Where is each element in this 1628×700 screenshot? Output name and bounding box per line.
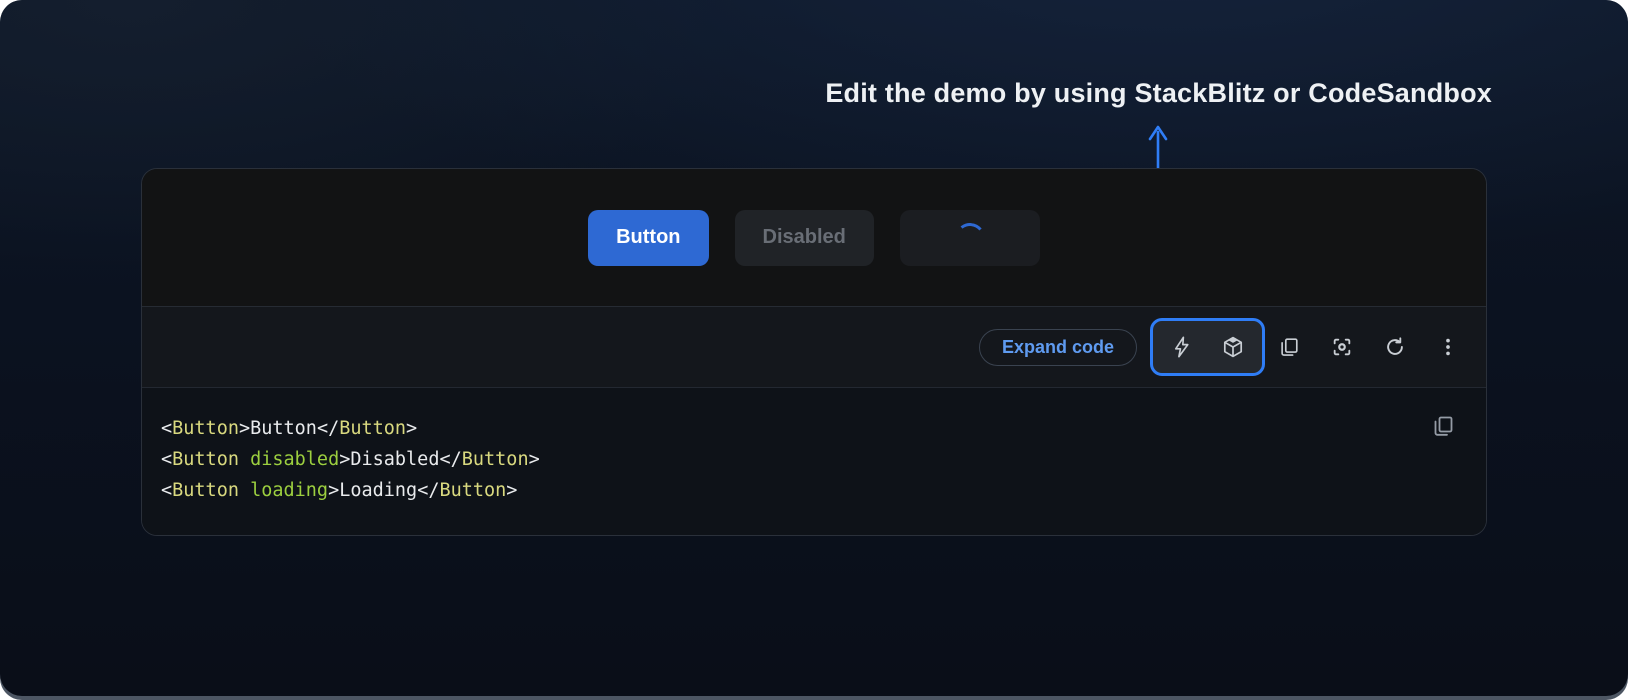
thunderbolt-icon (1171, 336, 1193, 358)
refresh-icon (1384, 336, 1406, 358)
codesandbox-cube-icon (1221, 335, 1245, 359)
code-line: <Button disabled>Disabled</Button> (161, 444, 1456, 475)
copy-icon (1278, 336, 1300, 358)
loading-spinner-icon (953, 221, 986, 254)
viewfinder-icon (1331, 336, 1353, 358)
standalone-button[interactable] (1330, 335, 1354, 359)
code-block: <Button>Button</Button><Button disabled>… (142, 388, 1486, 535)
copy-code-button[interactable] (1277, 335, 1301, 359)
refresh-button[interactable] (1383, 335, 1407, 359)
edit-online-group (1150, 318, 1265, 376)
demo-card: Button Disabled Expand code (141, 168, 1487, 536)
code-line: <Button>Button</Button> (161, 413, 1456, 444)
copy-icon (1431, 414, 1455, 438)
annotation-text: Edit the demo by using StackBlitz or Cod… (825, 78, 1492, 109)
expand-code-button[interactable]: Expand code (979, 329, 1137, 366)
more-actions-button[interactable] (1436, 335, 1460, 359)
demo-button-loading[interactable] (900, 210, 1040, 266)
demo-button-primary[interactable]: Button (588, 210, 708, 266)
kebab-menu-icon (1437, 336, 1459, 358)
copy-snippet-button[interactable] (1430, 414, 1456, 440)
demo-preview-area: Button Disabled (142, 169, 1486, 306)
screenshot-canvas: Edit the demo by using StackBlitz or Cod… (0, 0, 1628, 700)
demo-toolbar: Expand code (142, 306, 1486, 388)
code-line: <Button loading>Loading</Button> (161, 475, 1456, 506)
demo-button-disabled[interactable]: Disabled (735, 210, 874, 266)
codesandbox-button[interactable] (1221, 335, 1245, 359)
stackblitz-button[interactable] (1170, 335, 1194, 359)
code-lines: <Button>Button</Button><Button disabled>… (161, 413, 1456, 506)
